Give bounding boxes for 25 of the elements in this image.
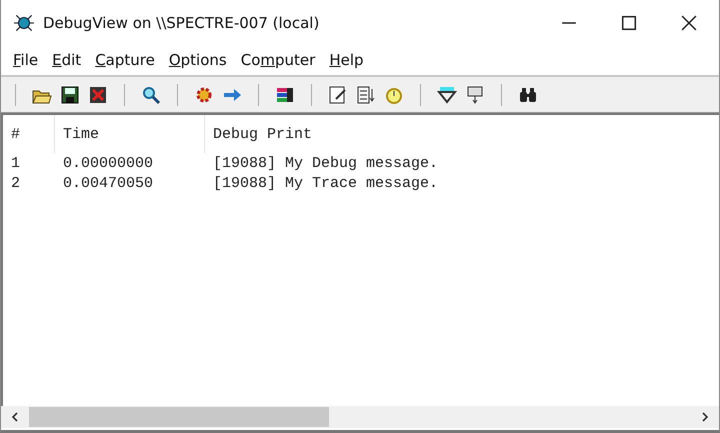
table-cell-text: 0.00000000 <box>62 154 154 172</box>
table-cell-text: [19088] My Debug message. <box>212 154 440 172</box>
menu-item[interactable]: Help <box>322 51 371 69</box>
save-icon[interactable] <box>60 84 80 104</box>
scrollbar-thumb[interactable] <box>29 407 329 427</box>
column-header[interactable]: # <box>3 115 55 153</box>
clear-icon[interactable] <box>88 84 108 104</box>
notepad-icon[interactable] <box>328 84 348 104</box>
menu-item[interactable]: Computer <box>234 51 322 69</box>
menu-item[interactable]: Capture <box>88 51 162 69</box>
list-scroll-icon[interactable] <box>356 84 376 104</box>
filter-icon[interactable] <box>437 84 457 104</box>
window-title: DebugView on \\SPECTRE-007 (local) <box>43 14 320 32</box>
column-header[interactable]: Time <box>55 115 205 153</box>
menu-item[interactable]: Edit <box>45 51 88 69</box>
column-header[interactable]: Debug Print <box>205 115 719 153</box>
menu-item[interactable]: Options <box>162 51 234 69</box>
table-cell-text: [19088] My Trace message. <box>212 174 440 192</box>
table-cell-text: 0.00470050 <box>62 174 154 192</box>
menu-item[interactable]: File <box>6 51 46 69</box>
gear-icon[interactable] <box>194 84 214 104</box>
monitor-icon[interactable] <box>465 84 485 104</box>
magnifier-icon[interactable] <box>141 84 161 104</box>
table-cell-text: 1 <box>10 154 22 172</box>
table-cell-text: 2 <box>10 174 22 192</box>
